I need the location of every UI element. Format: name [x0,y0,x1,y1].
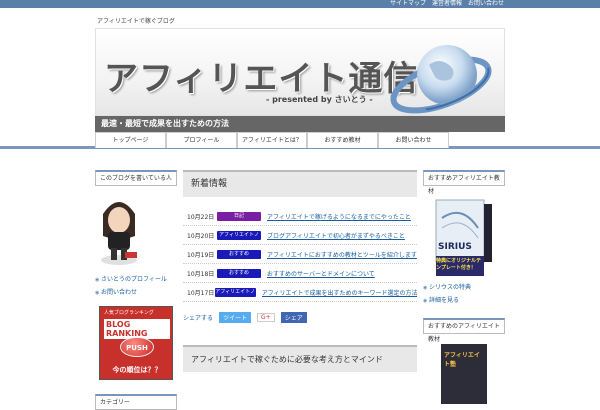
nav-item-profile[interactable]: プロフィール [166,132,237,148]
share-buttons: シェアする ツイート G+ シェア [183,312,417,323]
news-category-badge[interactable]: おすすめ [217,268,261,278]
news-link[interactable]: アフィリエイトで成果を出すためのキーワード選定の方法と... [262,288,417,297]
profile-links: さいとうのプロフィール お問い合わせ [95,274,177,296]
top-links: サイトマップ 運営者情報 お問い合わせ [390,0,504,8]
product-badge: 特典にオリジナルテンプレート付き！ [436,258,482,271]
left-sidebar: このブログを書いている人 さいとうのプロフィール お問い合わせ BLOG RAN… [95,170,177,410]
ranking-subtitle: 人気ブログランキング [104,310,154,316]
avatar [101,202,137,265]
toplink-contact[interactable]: お問い合わせ [468,0,504,8]
toplink-sitemap[interactable]: サイトマップ [390,0,426,8]
second-product-image[interactable]: アフィリエイト塾 [441,344,487,404]
share-label: シェアする [183,315,214,322]
sirius-product-image[interactable]: SIRIUS 特典にオリジナルテンプレート付き！ [432,198,496,278]
site-logo[interactable]: アフィリエイト通信 [104,51,418,100]
push-button[interactable]: PUSH [120,337,154,357]
news-date: 10月18日 [187,270,215,278]
news-link[interactable]: おすすめのサーバーとドメインについて [267,269,375,278]
news-category-badge[interactable]: アフィリエイトノウハウ [214,287,256,304]
tweet-button[interactable]: ツイート [219,312,252,323]
top-bar [0,0,600,8]
news-date: 10月20日 [187,232,215,240]
product2-name: アフィリエイト塾 [444,352,480,368]
news-item: 10月19日 おすすめ アフィリエイトにおすすめの教材とツールを紹介します [183,245,417,264]
news-date: 10月17日 [187,289,215,297]
news-link[interactable]: ブログアフィリエイトで初心者がまずやるべきこと [267,231,405,240]
nav-item-contact[interactable]: お問い合わせ [378,132,449,148]
news-category-badge[interactable]: 日記 [217,211,261,221]
site-tagline: アフィリエイトで稼ぐブログ [97,18,175,25]
news-category-badge[interactable]: おすすめ [217,249,261,259]
catchphrase-bar: 最速・最短で成果を出すための方法 [95,116,505,132]
globe-icon [390,45,492,114]
article-heading[interactable]: アフィリエイトで稼ぐために必要な考え方とマインド [183,345,417,372]
site-byline: - presented by さいとう - [266,95,373,104]
sirius-bonus-link[interactable]: シリウスの特典 [423,282,505,291]
news-list: 10月22日 日記 アフィリエイトで稼げるようになるまでにやったこと 10月20… [183,207,417,304]
news-link[interactable]: アフィリエイトで稼げるようになるまでにやったこと [267,212,411,221]
news-item: 10月20日 アフィリエイトノウハウ ブログアフィリエイトで初心者がまずやるべき… [183,226,417,247]
product-links: シリウスの特典 詳細を見る [423,282,505,304]
google-plus-button[interactable]: G+ [257,313,275,322]
news-item: 10月17日 アフィリエイトノウハウ アフィリエイトで成果を出すためのキーワード… [183,283,417,304]
profile-link[interactable]: さいとうのプロフィール [95,274,177,283]
nav-item-materials[interactable]: おすすめ教材 [307,132,378,148]
news-category-badge[interactable]: アフィリエイトノウハウ [217,230,261,247]
news-heading: 新着情報 [183,170,417,197]
recommend-widget-title-2: おすすめのアフィリエイト教材 [423,318,505,343]
category-widget-title: カテゴリー [95,394,177,410]
news-item: 10月18日 おすすめ おすすめのサーバーとドメインについて [183,264,417,283]
news-date: 10月22日 [187,213,215,221]
contact-link[interactable]: お問い合わせ [95,287,177,296]
main-content: 新着情報 10月22日 日記 アフィリエイトで稼げるようになるまでにやったこと … [183,170,417,372]
nav-item-about-affiliate[interactable]: アフィリエイトとは？ [237,132,307,148]
ranking-brand: BLOG RANKING [104,319,170,339]
news-link[interactable]: アフィリエイトにおすすめの教材とツールを紹介します [267,250,417,259]
blog-ranking-banner[interactable]: BLOG RANKING 人気ブログランキング PUSH 今の順位は？？ [99,306,173,380]
news-date: 10月19日 [187,251,215,259]
nav-item-home[interactable]: トップページ [95,132,166,148]
global-nav: トップページ プロフィール アフィリエイトとは？ おすすめ教材 お問い合わせ [95,132,449,150]
toplink-about[interactable]: 運営者情報 [432,0,462,8]
recommend-widget-title: おすすめアフィリエイト教材 [423,170,505,195]
news-item: 10月22日 日記 アフィリエイトで稼げるようになるまでにやったこと [183,207,417,226]
ranking-caption: 今の順位は？？ [112,366,162,374]
profile-widget-title: このブログを書いている人 [95,170,177,186]
product-name: SIRIUS [438,242,472,252]
right-sidebar: おすすめアフィリエイト教材 SIRIUS 特典にオリジナルテンプレート付き！ シ… [423,170,505,404]
detail-link[interactable]: 詳細を見る [423,295,505,304]
site-header[interactable]: アフィリエイト通信 - presented by さいとう - [95,28,505,116]
facebook-share-button[interactable]: シェア [280,312,307,323]
